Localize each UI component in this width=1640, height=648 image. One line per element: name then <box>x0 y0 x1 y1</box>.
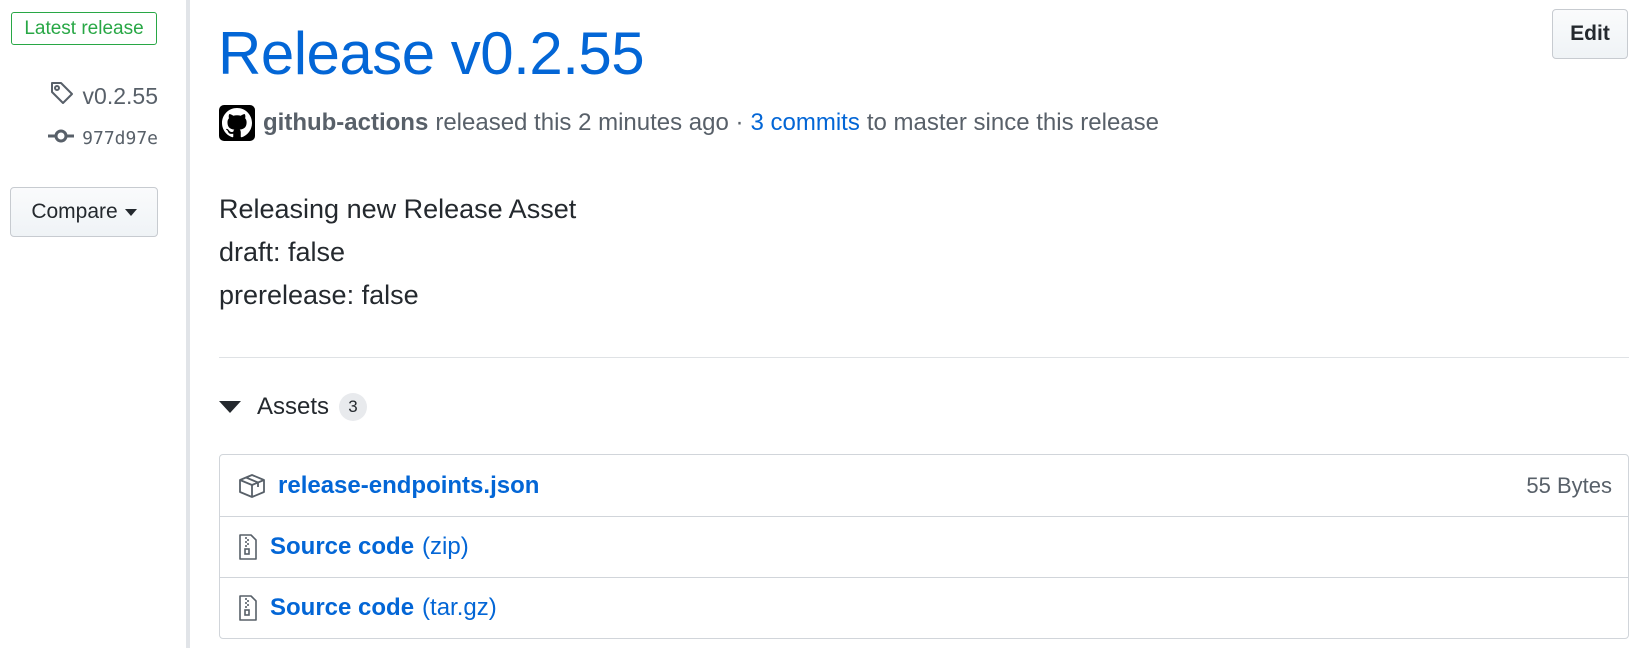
tag-link[interactable]: v0.2.55 <box>49 80 158 112</box>
asset-name[interactable]: Source code <box>270 533 414 561</box>
asset-size: 55 Bytes <box>1526 472 1612 498</box>
asset-row[interactable]: Source code (zip) <box>220 516 1628 577</box>
assets-list: release-endpoints.json 55 Bytes Source c… <box>219 454 1629 639</box>
release-notes-line: draft: false <box>219 237 346 267</box>
triangle-down-icon <box>219 401 241 413</box>
assets-label: Assets <box>257 393 330 420</box>
asset-name[interactable]: Source code <box>270 594 414 622</box>
caret-down-icon <box>124 208 137 216</box>
latest-release-badge: Latest release <box>11 12 157 45</box>
commit-icon <box>48 128 75 149</box>
release-notes-line: prerelease: false <box>219 280 419 310</box>
assets-toggle[interactable]: Assets 3 <box>219 389 368 425</box>
section-divider <box>219 357 1629 358</box>
github-logo-icon <box>222 108 252 138</box>
commits-suffix: to master since this release <box>866 109 1159 136</box>
release-meta: github-actions released this 2 minutes a… <box>219 104 1159 142</box>
released-text: released this 2 minutes ago · <box>435 109 744 136</box>
compare-label: Compare <box>31 200 118 223</box>
asset-row[interactable]: Source code (tar.gz) <box>220 577 1628 638</box>
asset-row[interactable]: release-endpoints.json 55 Bytes <box>220 455 1628 516</box>
commits-link[interactable]: 3 commits <box>751 109 860 137</box>
sidebar-divider <box>186 0 190 648</box>
release-title[interactable]: Release v0.2.55 <box>218 18 645 90</box>
tag-icon <box>49 80 75 112</box>
author-link[interactable]: github-actions <box>263 109 428 137</box>
asset-format[interactable]: (tar.gz) <box>422 594 497 622</box>
package-icon <box>238 473 266 499</box>
commit-sha: 977d97e <box>82 128 158 149</box>
asset-name[interactable]: release-endpoints.json <box>278 472 539 500</box>
file-zip-icon <box>238 595 258 621</box>
compare-button[interactable]: Compare <box>10 187 158 237</box>
edit-button[interactable]: Edit <box>1552 9 1628 59</box>
release-notes-line: Releasing new Release Asset <box>219 194 577 224</box>
release-notes: Releasing new Release Asset draft: false… <box>219 188 576 317</box>
assets-count-badge: 3 <box>339 393 368 421</box>
commit-link[interactable]: 977d97e <box>48 128 158 149</box>
tag-name: v0.2.55 <box>82 82 158 109</box>
asset-format[interactable]: (zip) <box>422 533 469 561</box>
release-sidebar: Latest release v0.2.55 977d97e Compare <box>0 0 186 648</box>
avatar[interactable] <box>219 105 255 141</box>
file-zip-icon <box>238 534 258 560</box>
